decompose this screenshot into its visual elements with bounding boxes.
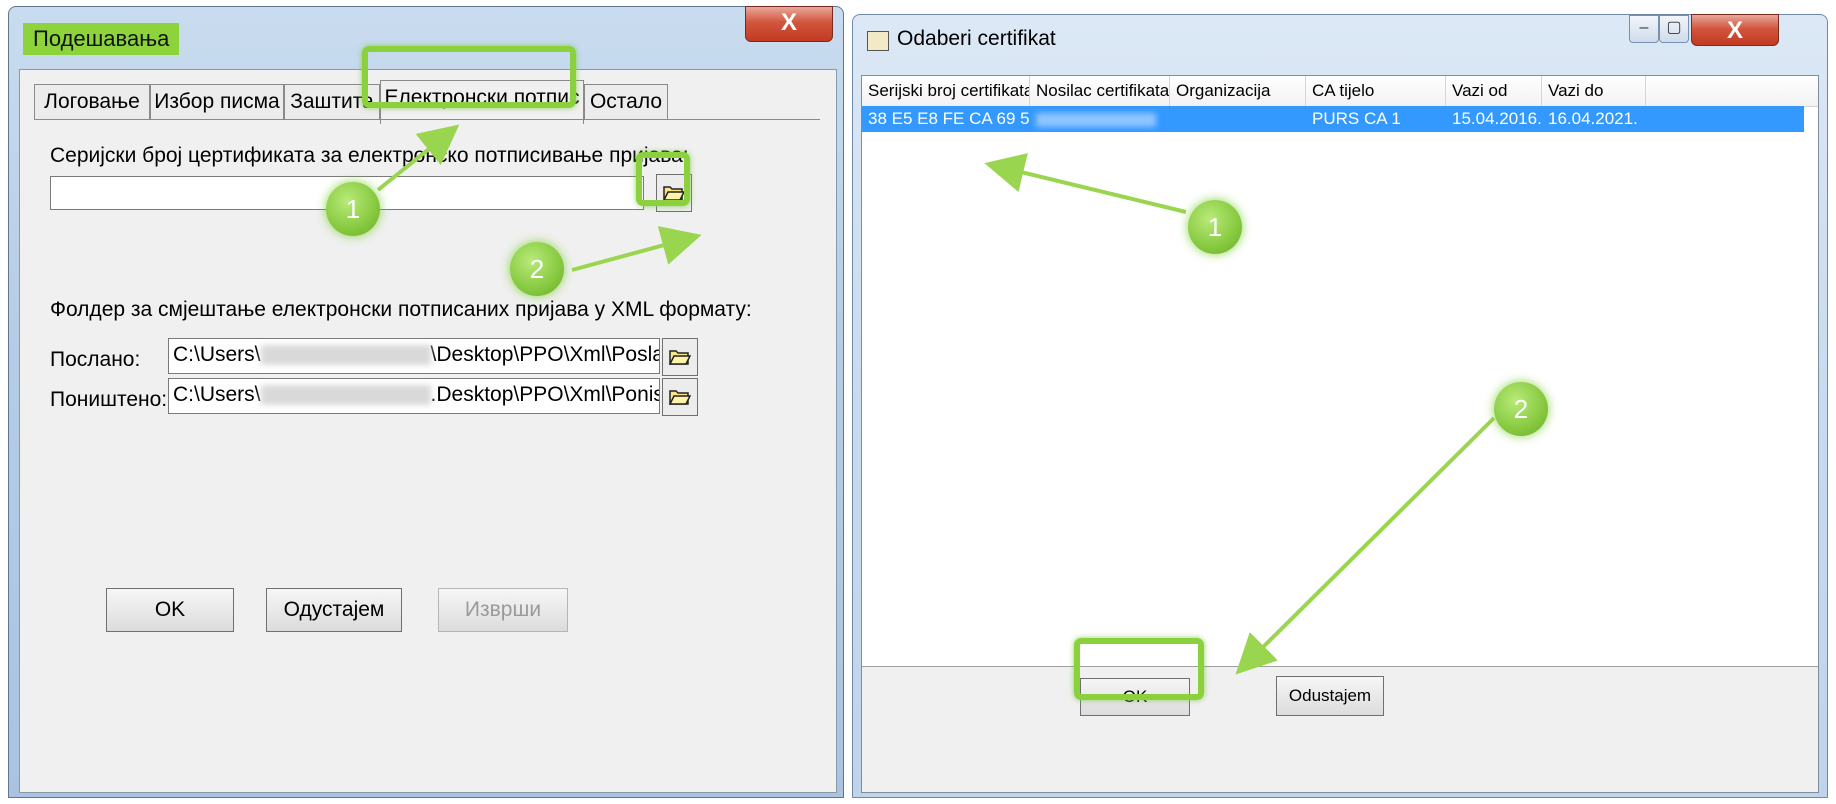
sent-path-suffix: \Desktop\PPO\Xml\Poslano\: [430, 343, 659, 366]
cancelled-path-suffix: .Desktop\PPO\Xml\Ponisteno\: [430, 383, 659, 406]
tab-panel-border: [34, 119, 820, 120]
step-badge: 1: [326, 182, 380, 236]
minimize-button[interactable]: –: [1629, 15, 1659, 43]
cancel-button[interactable]: Одустајем: [266, 588, 402, 632]
window-title: Odaberi certifikat: [897, 27, 1056, 50]
cancel-button[interactable]: Odustajem: [1276, 676, 1384, 716]
cancelled-label: Поништено:: [50, 388, 168, 411]
step-badge: 1: [1188, 200, 1242, 254]
folder-open-icon: [669, 350, 691, 365]
redacted-username: [260, 345, 431, 366]
column-header-ca[interactable]: CA tijelo: [1306, 76, 1446, 106]
cell-valid-from: 15.04.2016.: [1452, 109, 1542, 128]
cancelled-path-prefix: C:\Users\: [173, 383, 261, 406]
cell-organization: [1170, 106, 1306, 132]
tab-logovanje[interactable]: Логовање: [34, 84, 150, 120]
close-button[interactable]: X: [745, 6, 833, 42]
table-row[interactable]: 38 E5 E8 FE CA 69 53 ... PURS CA 1 15.04…: [862, 106, 1804, 132]
dialog-client-area: Логовање Избор писма Заштита Електронски…: [19, 69, 837, 793]
dialog-client-area: Serijski broj certifikata Nosilac certif…: [861, 75, 1819, 793]
step-badge: 2: [1494, 382, 1548, 436]
sent-label: Послано:: [50, 348, 141, 371]
folder-open-icon: [669, 390, 691, 405]
browse-sent-folder-button[interactable]: [662, 338, 698, 376]
serial-number-label: Серијски број цертификата за електронско…: [50, 144, 689, 167]
column-header-valid-from[interactable]: Vazi od: [1446, 76, 1542, 106]
cell-holder: [1030, 106, 1170, 132]
cancelled-folder-input[interactable]: C:\Users\ .Desktop\PPO\Xml\Ponisteno\: [168, 378, 660, 414]
column-header-holder[interactable]: Nosilac certifikata: [1030, 76, 1170, 106]
step-badge: 2: [510, 242, 564, 296]
ok-button[interactable]: OK: [106, 588, 234, 632]
list-header: Serijski broj certifikata Nosilac certif…: [862, 76, 1818, 107]
sent-folder-input[interactable]: C:\Users\ \Desktop\PPO\Xml\Poslano\: [168, 338, 660, 374]
highlight-tab: [362, 46, 576, 108]
select-certificate-dialog: Odaberi certifikat – ▢ X Serijski broj c…: [852, 14, 1828, 798]
sent-path-prefix: C:\Users\: [173, 343, 261, 366]
tab-ostalo[interactable]: Остало: [584, 84, 668, 120]
apply-button[interactable]: Изврши: [438, 588, 568, 632]
column-header-serial[interactable]: Serijski broj certifikata: [862, 76, 1030, 106]
highlight-ok-button: [1074, 638, 1204, 700]
window-title: Подешавања: [23, 23, 180, 55]
cell-ca: PURS CA 1: [1312, 109, 1401, 128]
app-icon: [867, 31, 889, 51]
highlight-browse-button: [636, 152, 690, 206]
browse-cancelled-folder-button[interactable]: [662, 378, 698, 416]
cell-valid-to: 16.04.2021.: [1548, 109, 1638, 128]
column-header-organization[interactable]: Organizacija: [1170, 76, 1306, 106]
settings-dialog: Подешавања X Логовање Избор писма Заштит…: [8, 6, 844, 798]
redacted-username: [260, 385, 431, 406]
certificate-list[interactable]: Serijski broj certifikata Nosilac certif…: [862, 76, 1818, 667]
column-header-valid-to[interactable]: Vazi do: [1542, 76, 1646, 106]
cell-serial: 38 E5 E8 FE CA 69 53 ...: [868, 109, 1030, 128]
maximize-button[interactable]: ▢: [1659, 15, 1689, 43]
close-button[interactable]: X: [1691, 14, 1779, 46]
folder-label: Фолдер за смјештање електронски потписан…: [50, 298, 752, 321]
tab-izbor-pisma[interactable]: Избор писма: [150, 84, 284, 120]
redacted-holder: [1036, 112, 1156, 127]
